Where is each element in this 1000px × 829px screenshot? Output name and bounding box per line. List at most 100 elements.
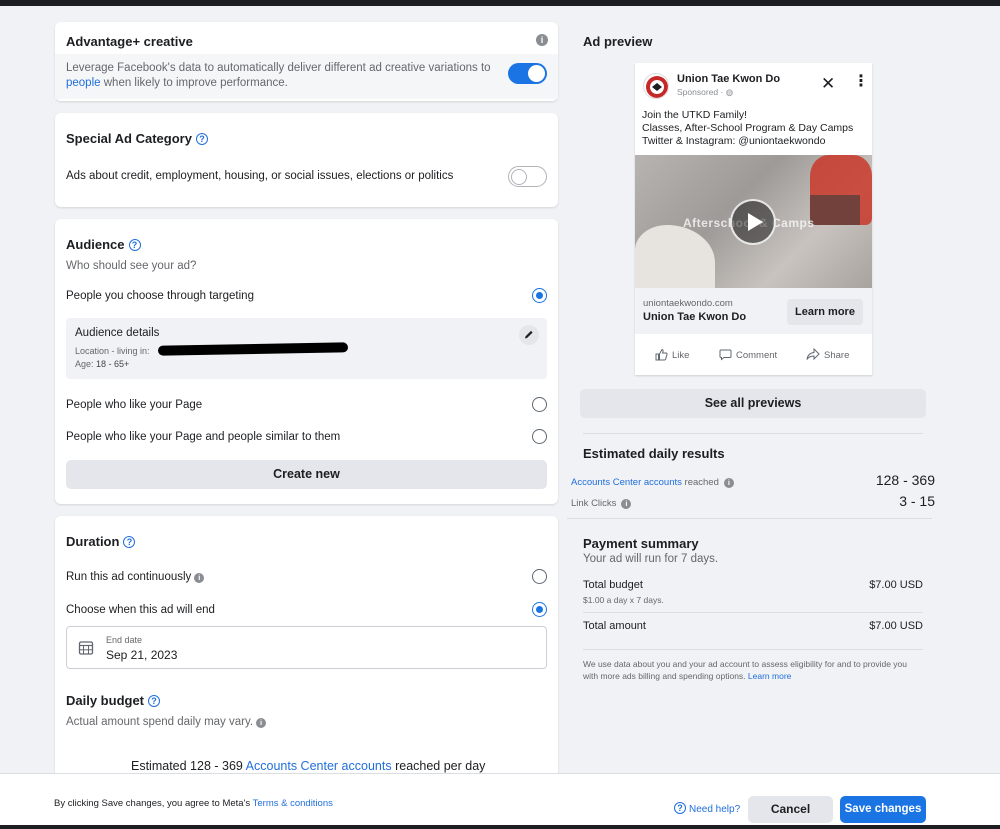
info-icon[interactable]: i (723, 478, 734, 488)
payment-summary-subtitle: Your ad will run for 7 days. (583, 553, 719, 565)
divider (583, 433, 923, 434)
share-label: Share (824, 350, 850, 361)
terms-prefix: By clicking Save changes, you agree to M… (54, 798, 251, 809)
top-bar (0, 0, 1000, 6)
special-ad-description: Ads about credit, employment, housing, o… (66, 170, 454, 182)
advantage-description: Leverage Facebook's data to automaticall… (66, 61, 496, 91)
audience-details-box: Audience details Location - living in: A… (66, 318, 547, 379)
age-value: 18 - 65+ (96, 359, 130, 369)
info-icon[interactable]: i (621, 499, 632, 509)
total-amount-value: $7.00 USD (869, 620, 923, 632)
audience-option-label: People who like your Page (66, 399, 203, 411)
accounts-center-link[interactable]: Accounts Center accounts (246, 759, 392, 773)
estimated-reach-value: 128 - 369 (875, 472, 935, 488)
video-object (810, 195, 860, 225)
divider (583, 612, 923, 613)
disclaimer-text: We use data about you and your ad accoun… (583, 659, 907, 681)
audience-option-label: People you choose through targeting (66, 290, 254, 302)
comment-action[interactable]: Comment (719, 348, 777, 361)
info-icon[interactable]: i (256, 718, 267, 728)
special-ad-title: Special Ad Category? (66, 131, 208, 146)
redacted-location (157, 342, 349, 356)
globe-icon: ◍ (725, 87, 734, 97)
audience-radio-targeting[interactable] (532, 288, 547, 303)
see-all-previews-button[interactable]: See all previews (580, 389, 926, 418)
special-ad-title-text: Special Ad Category (66, 131, 192, 146)
duration-option-continuous: Run this ad continuously i (66, 571, 205, 583)
learn-more-link[interactable]: Learn more (748, 671, 791, 681)
audience-age: Age: 18 - 65+ (75, 359, 129, 369)
learn-more-button[interactable]: Learn more (787, 299, 863, 325)
edit-audience-button[interactable] (519, 325, 539, 345)
post-body: Join the UTKD Family! Classes, After-Sch… (642, 109, 853, 148)
estimated-row-label: Accounts Center accounts reached i (571, 477, 734, 488)
play-triangle (748, 213, 763, 231)
estimate-suffix: reached per day (395, 759, 486, 773)
help-icon[interactable]: ? (195, 133, 208, 145)
audience-subtitle: Who should see your ad? (66, 260, 197, 272)
need-help-label: Need help? (689, 804, 741, 815)
end-date-field[interactable]: End date Sep 21, 2023 (66, 626, 547, 669)
info-icon[interactable]: i (194, 573, 205, 583)
audience-location: Location - living in: (75, 346, 150, 356)
audience-title: Audience? (66, 237, 141, 252)
accounts-center-link[interactable]: Accounts Center accounts (571, 477, 682, 488)
post-body-line: Join the UTKD Family! (642, 109, 748, 121)
close-icon[interactable]: ✕ (821, 75, 835, 92)
advantage-desc-text-2: when likely to improve performance. (103, 77, 288, 89)
estimate-text: Estimated 128 - 369 (131, 759, 243, 773)
audience-radio-page-likes[interactable] (532, 397, 547, 412)
payment-disclaimer: We use data about you and your ad accoun… (583, 658, 923, 682)
cancel-button[interactable]: Cancel (748, 796, 833, 823)
post-sponsored: Sponsored · ◍ (677, 87, 734, 97)
play-icon[interactable] (730, 199, 776, 245)
ad-preview-post: Union Tae Kwon Do Sponsored · ◍ ✕ ⋮ Join… (635, 63, 872, 375)
advantage-desc-text: Leverage Facebook's data to automaticall… (66, 62, 491, 74)
help-icon[interactable]: ? (128, 239, 141, 251)
end-date-value: Sep 21, 2023 (106, 648, 178, 662)
terms-text: By clicking Save changes, you agree to M… (54, 798, 333, 809)
advantage-toggle[interactable] (508, 63, 547, 84)
total-budget-sub: $1.00 a day x 7 days. (583, 595, 664, 605)
duration-title: Duration? (66, 534, 136, 549)
total-budget-label: Total budget (583, 579, 643, 591)
divider (567, 518, 932, 519)
post-video[interactable]: Afterschool & Camps (635, 155, 872, 288)
create-new-audience-button[interactable]: Create new (66, 460, 547, 489)
pencil-icon (525, 330, 533, 339)
duration-option-label: Choose when this ad will end (66, 604, 215, 616)
link-clicks-label: Link Clicks (571, 498, 617, 509)
like-label: Like (672, 350, 690, 361)
need-help-link[interactable]: ? Need help? (674, 802, 740, 815)
daily-budget-title: Daily budget? (66, 693, 161, 708)
people-link[interactable]: people (66, 77, 101, 89)
toggle-knob (511, 168, 527, 185)
sponsored-label: Sponsored (677, 87, 719, 97)
more-options-icon[interactable]: ⋮ (853, 74, 869, 90)
special-ad-toggle[interactable] (508, 166, 547, 187)
estimated-clicks-value: 3 - 15 (899, 493, 935, 509)
help-icon: ? (674, 802, 686, 814)
like-action[interactable]: Like (655, 348, 689, 361)
age-label: Age: (75, 359, 94, 369)
toggle-knob (528, 65, 545, 82)
post-link-area[interactable]: uniontaekwondo.com Union Tae Kwon Do Lea… (635, 288, 872, 334)
utkd-logo-icon (646, 76, 668, 98)
terms-link[interactable]: Terms & conditions (253, 798, 333, 809)
duration-radio-end-date[interactable] (532, 602, 547, 617)
audience-title-text: Audience (66, 237, 125, 252)
help-icon[interactable]: ? (148, 695, 161, 707)
share-action[interactable]: Share (806, 347, 850, 361)
payment-summary-title: Payment summary (583, 536, 699, 551)
calendar-icon (78, 641, 94, 655)
save-changes-button[interactable]: Save changes (840, 796, 926, 823)
audience-radio-similar[interactable] (532, 429, 547, 444)
footer-bar: By clicking Save changes, you agree to M… (0, 773, 1000, 829)
audience-details-title: Audience details (75, 327, 160, 339)
post-headline: Union Tae Kwon Do (643, 311, 747, 323)
duration-radio-continuous[interactable] (532, 569, 547, 584)
duration-card: Duration? Run this ad continuously i Choo… (55, 516, 558, 774)
comment-icon (719, 349, 732, 361)
help-icon[interactable]: ? (123, 536, 136, 548)
total-amount-label: Total amount (583, 620, 646, 632)
